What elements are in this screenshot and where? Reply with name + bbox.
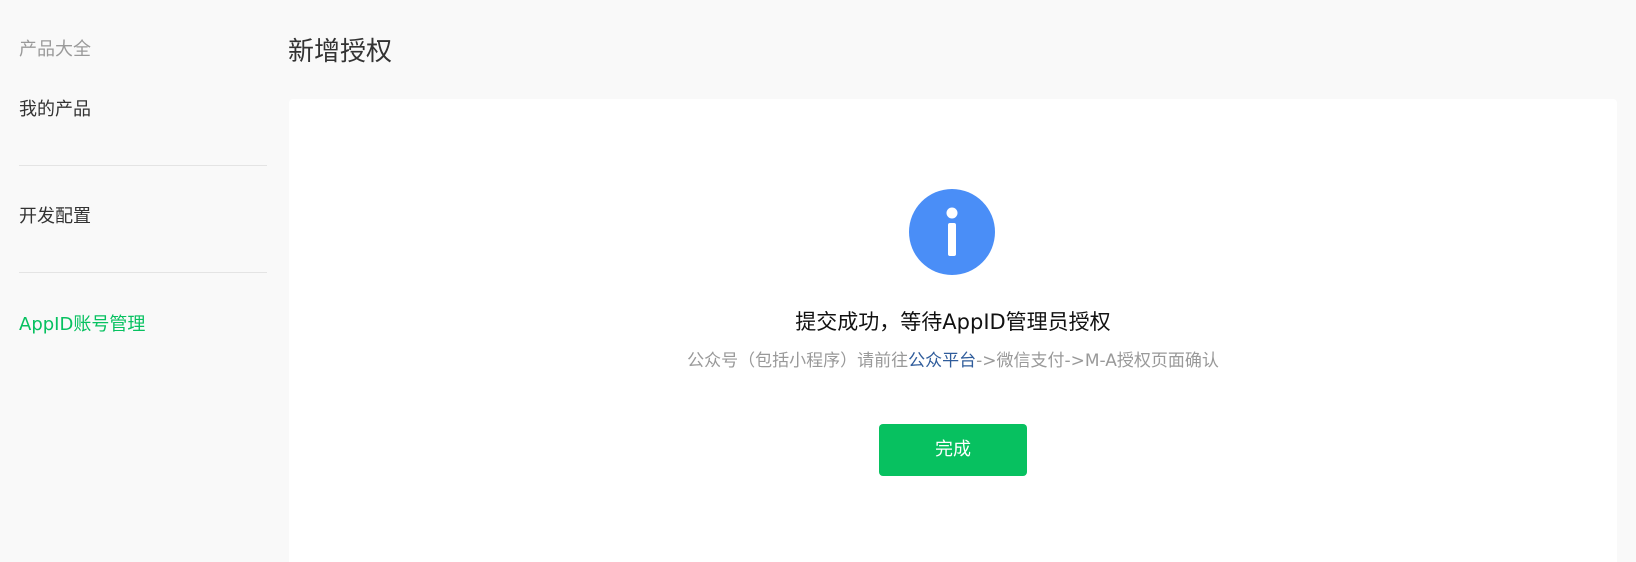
info-icon <box>909 189 995 275</box>
sidebar-item-my-products[interactable]: 我的产品 <box>19 98 91 122</box>
sidebar-item-appid-management[interactable]: AppID账号管理 <box>19 313 145 337</box>
app-layout: 产品大全 我的产品 开发配置 AppID账号管理 新增授权 提交成功，等待App… <box>0 0 1636 562</box>
sidebar-divider <box>19 165 267 166</box>
result-title: 提交成功，等待AppID管理员授权 <box>795 310 1111 334</box>
result-desc-prefix: 公众号（包括小程序）请前往 <box>687 351 909 371</box>
sidebar-heading: 产品大全 <box>19 39 91 60</box>
result-desc-suffix: ->微信支付->M-A授权页面确认 <box>976 351 1219 371</box>
sidebar: 产品大全 我的产品 开发配置 AppID账号管理 <box>0 0 268 562</box>
done-button[interactable]: 完成 <box>879 424 1027 476</box>
page-title: 新增授权 <box>288 37 393 67</box>
sidebar-divider <box>19 272 267 273</box>
sidebar-item-dev-config[interactable]: 开发配置 <box>19 205 91 229</box>
result-card: 提交成功，等待AppID管理员授权 公众号（包括小程序）请前往公众平台->微信支… <box>289 99 1617 562</box>
public-platform-link[interactable]: 公众平台 <box>908 351 976 371</box>
result-description: 公众号（包括小程序）请前往公众平台->微信支付->M-A授权页面确认 <box>289 349 1617 373</box>
